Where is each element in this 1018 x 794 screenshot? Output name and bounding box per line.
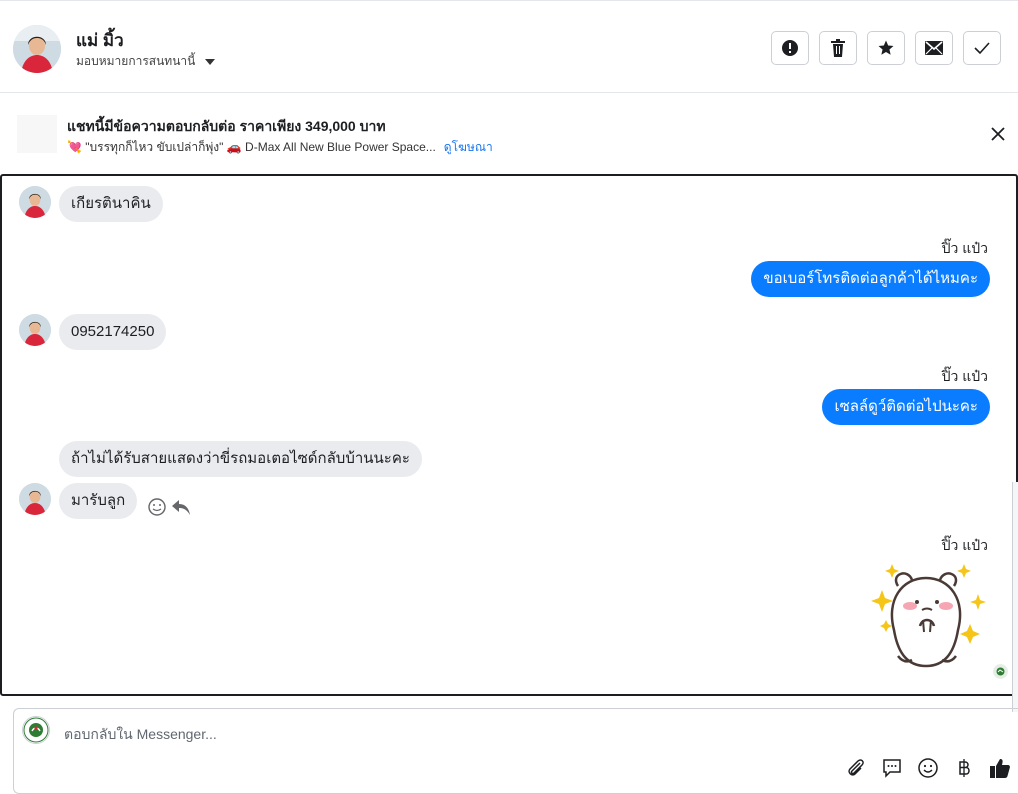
incoming-message[interactable]: 0952174250 [59,314,167,350]
trash-icon [831,39,845,57]
reply-icon [172,500,190,515]
incoming-message[interactable]: เกียรตินาคิน [59,186,163,222]
star-icon [878,40,894,55]
outgoing-message[interactable]: เซลล์ดูว์ติดต่อไปนะคะ [822,389,990,425]
ad-thumbnail[interactable] [17,115,57,153]
message-thread[interactable] [0,174,1018,696]
ad-description-text: 💘 "บรรทุกก็ไหว ขับเปล่าก็พุ่ง" 🚗 D-Max A… [67,140,436,154]
page-avatar [22,716,50,744]
payment-button[interactable] [952,756,976,780]
smiley-icon [148,498,166,516]
assign-conversation-dropdown[interactable]: มอบหมายการสนทนานี้ [76,52,216,71]
contact-avatar-small [19,314,51,346]
contact-avatar-small [19,186,51,218]
like-icon [990,759,1010,778]
reply-button[interactable] [171,497,191,522]
ad-title: แชทนี้มีข้อความตอบกลับต่อ ราคาเพียง 349,… [67,118,386,134]
baht-icon [959,759,970,777]
saved-replies-icon [883,759,901,778]
mark-done-button[interactable] [963,31,1001,65]
react-button[interactable] [147,497,167,522]
assign-label: มอบหมายการสนทนานี้ [76,54,196,68]
saved-replies-button[interactable] [880,756,904,780]
reply-input[interactable] [62,722,826,746]
close-icon [991,127,1005,141]
check-icon [974,42,990,55]
reply-composer [13,708,1018,794]
attach-button[interactable] [844,756,868,780]
envelope-icon [925,41,943,55]
alert-icon [782,40,798,56]
conversation-header [0,0,1018,93]
delete-button[interactable] [819,31,857,65]
close-ad-button[interactable] [988,124,1008,144]
attach-icon [848,759,864,776]
contact-avatar[interactable] [13,25,61,73]
chevron-down-icon [205,58,216,65]
incoming-message[interactable]: ถ้าไม่ได้รับสายแสดงว่าขี่รถมอเตอไซด์กลับ… [59,441,422,477]
side-panel-edge [1012,482,1018,712]
view-ad-link[interactable]: ดูโฆษณา [444,140,493,154]
like-button[interactable] [988,756,1012,780]
star-button[interactable] [867,31,905,65]
mark-spam-button[interactable] [771,31,809,65]
incoming-message[interactable]: มารับลูก [59,483,138,519]
outgoing-message[interactable]: ขอเบอร์โทรติดต่อลูกค้าได้ไหมคะ [751,261,990,297]
sender-name: ปิ๊ว แป๋ว [941,240,988,256]
ad-description: 💘 "บรรทุกก็ไหว ขับเปล่าก็พุ่ง" 🚗 D-Max A… [67,138,493,157]
emoji-icon [918,758,938,778]
sender-name: ปิ๊ว แป๋ว [941,537,988,553]
contact-name[interactable]: แม่ มิ้ว [76,27,124,54]
hamster-sticker[interactable] [868,560,988,672]
mark-unread-button[interactable] [915,31,953,65]
seen-avatar [993,664,1008,679]
emoji-button[interactable] [916,756,940,780]
contact-avatar-small [19,483,51,515]
sender-name: ปิ๊ว แป๋ว [941,368,988,384]
